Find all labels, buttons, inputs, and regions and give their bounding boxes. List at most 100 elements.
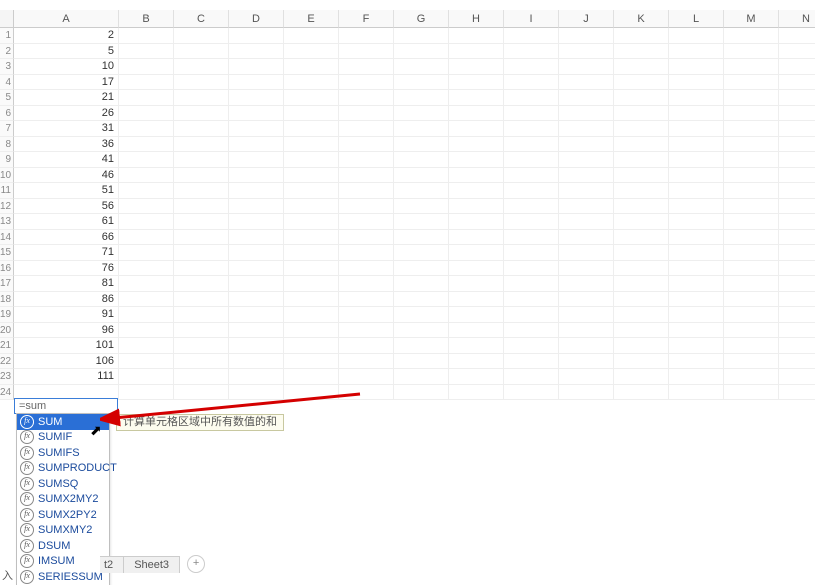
cell[interactable] bbox=[174, 292, 229, 308]
cell[interactable] bbox=[724, 338, 779, 354]
cell[interactable] bbox=[724, 90, 779, 106]
cell[interactable] bbox=[229, 28, 284, 44]
cell[interactable] bbox=[284, 323, 339, 339]
cell[interactable] bbox=[614, 152, 669, 168]
cell[interactable] bbox=[779, 106, 815, 122]
column-header-h[interactable]: H bbox=[449, 10, 504, 28]
cell[interactable] bbox=[119, 261, 174, 277]
cell[interactable] bbox=[669, 152, 724, 168]
row-header[interactable]: 23 bbox=[0, 369, 14, 385]
cell[interactable]: 91 bbox=[14, 307, 119, 323]
cell[interactable] bbox=[724, 245, 779, 261]
cell[interactable] bbox=[119, 276, 174, 292]
cell[interactable] bbox=[669, 137, 724, 153]
cell[interactable] bbox=[669, 75, 724, 91]
cell[interactable] bbox=[504, 137, 559, 153]
cell[interactable]: 101 bbox=[14, 338, 119, 354]
cell[interactable] bbox=[504, 183, 559, 199]
cell[interactable] bbox=[779, 369, 815, 385]
cell[interactable] bbox=[724, 44, 779, 60]
cell[interactable] bbox=[284, 106, 339, 122]
cell[interactable] bbox=[284, 183, 339, 199]
cell[interactable] bbox=[559, 261, 614, 277]
cell[interactable] bbox=[504, 338, 559, 354]
cell[interactable] bbox=[669, 292, 724, 308]
cell[interactable] bbox=[559, 323, 614, 339]
cell[interactable] bbox=[724, 59, 779, 75]
cell[interactable] bbox=[559, 245, 614, 261]
cell[interactable] bbox=[119, 90, 174, 106]
cell[interactable] bbox=[559, 75, 614, 91]
cell[interactable] bbox=[614, 75, 669, 91]
cell[interactable] bbox=[284, 59, 339, 75]
cell[interactable] bbox=[174, 276, 229, 292]
cell[interactable] bbox=[174, 59, 229, 75]
cell[interactable] bbox=[394, 307, 449, 323]
cell[interactable] bbox=[229, 338, 284, 354]
cell[interactable] bbox=[174, 106, 229, 122]
cell[interactable] bbox=[504, 106, 559, 122]
cell[interactable] bbox=[559, 292, 614, 308]
row-header[interactable]: 5 bbox=[0, 90, 14, 106]
cell[interactable] bbox=[119, 28, 174, 44]
cell[interactable]: 26 bbox=[14, 106, 119, 122]
cell[interactable] bbox=[339, 199, 394, 215]
cell[interactable] bbox=[559, 230, 614, 246]
cell[interactable] bbox=[779, 245, 815, 261]
column-header-g[interactable]: G bbox=[394, 10, 449, 28]
cell[interactable] bbox=[119, 230, 174, 246]
cell[interactable]: 56 bbox=[14, 199, 119, 215]
cell[interactable] bbox=[669, 106, 724, 122]
cell[interactable] bbox=[229, 106, 284, 122]
cell[interactable] bbox=[284, 230, 339, 246]
row-header[interactable]: 4 bbox=[0, 75, 14, 91]
row-header[interactable]: 3 bbox=[0, 59, 14, 75]
row-header[interactable]: 11 bbox=[0, 183, 14, 199]
column-header-b[interactable]: B bbox=[119, 10, 174, 28]
cell[interactable] bbox=[614, 121, 669, 137]
cell[interactable] bbox=[119, 75, 174, 91]
cell[interactable] bbox=[724, 75, 779, 91]
cell[interactable] bbox=[229, 75, 284, 91]
cell[interactable] bbox=[229, 214, 284, 230]
cell[interactable] bbox=[669, 230, 724, 246]
cell[interactable] bbox=[779, 276, 815, 292]
cell[interactable] bbox=[449, 354, 504, 370]
cell[interactable] bbox=[724, 183, 779, 199]
cell[interactable] bbox=[119, 338, 174, 354]
cell[interactable] bbox=[394, 152, 449, 168]
cell[interactable] bbox=[284, 354, 339, 370]
cell[interactable]: 31 bbox=[14, 121, 119, 137]
cell[interactable] bbox=[779, 152, 815, 168]
cell[interactable] bbox=[174, 385, 229, 401]
cell[interactable] bbox=[339, 121, 394, 137]
suggestion-item-sumsq[interactable]: fxSUMSQ bbox=[17, 476, 109, 492]
cell[interactable] bbox=[504, 323, 559, 339]
cell[interactable]: 10 bbox=[14, 59, 119, 75]
cell[interactable] bbox=[614, 214, 669, 230]
cell[interactable] bbox=[669, 276, 724, 292]
cell[interactable]: 2 bbox=[14, 28, 119, 44]
formula-autocomplete-dropdown[interactable]: fxSUMfxSUMIFfxSUMIFSfxSUMPRODUCTfxSUMSQf… bbox=[16, 413, 110, 585]
cell[interactable]: 46 bbox=[14, 168, 119, 184]
cell[interactable] bbox=[559, 354, 614, 370]
cell[interactable] bbox=[724, 28, 779, 44]
cell[interactable] bbox=[669, 44, 724, 60]
cell[interactable] bbox=[284, 214, 339, 230]
column-header-j[interactable]: J bbox=[559, 10, 614, 28]
cell[interactable] bbox=[229, 44, 284, 60]
cell[interactable] bbox=[614, 230, 669, 246]
cell[interactable] bbox=[779, 214, 815, 230]
cell[interactable] bbox=[779, 90, 815, 106]
column-header-e[interactable]: E bbox=[284, 10, 339, 28]
cell[interactable] bbox=[724, 323, 779, 339]
cell[interactable] bbox=[394, 354, 449, 370]
cell[interactable] bbox=[559, 385, 614, 401]
column-header-i[interactable]: I bbox=[504, 10, 559, 28]
cell[interactable] bbox=[449, 59, 504, 75]
cell[interactable] bbox=[669, 214, 724, 230]
cell[interactable] bbox=[614, 137, 669, 153]
column-header-d[interactable]: D bbox=[229, 10, 284, 28]
cell[interactable] bbox=[559, 199, 614, 215]
cell[interactable] bbox=[229, 369, 284, 385]
